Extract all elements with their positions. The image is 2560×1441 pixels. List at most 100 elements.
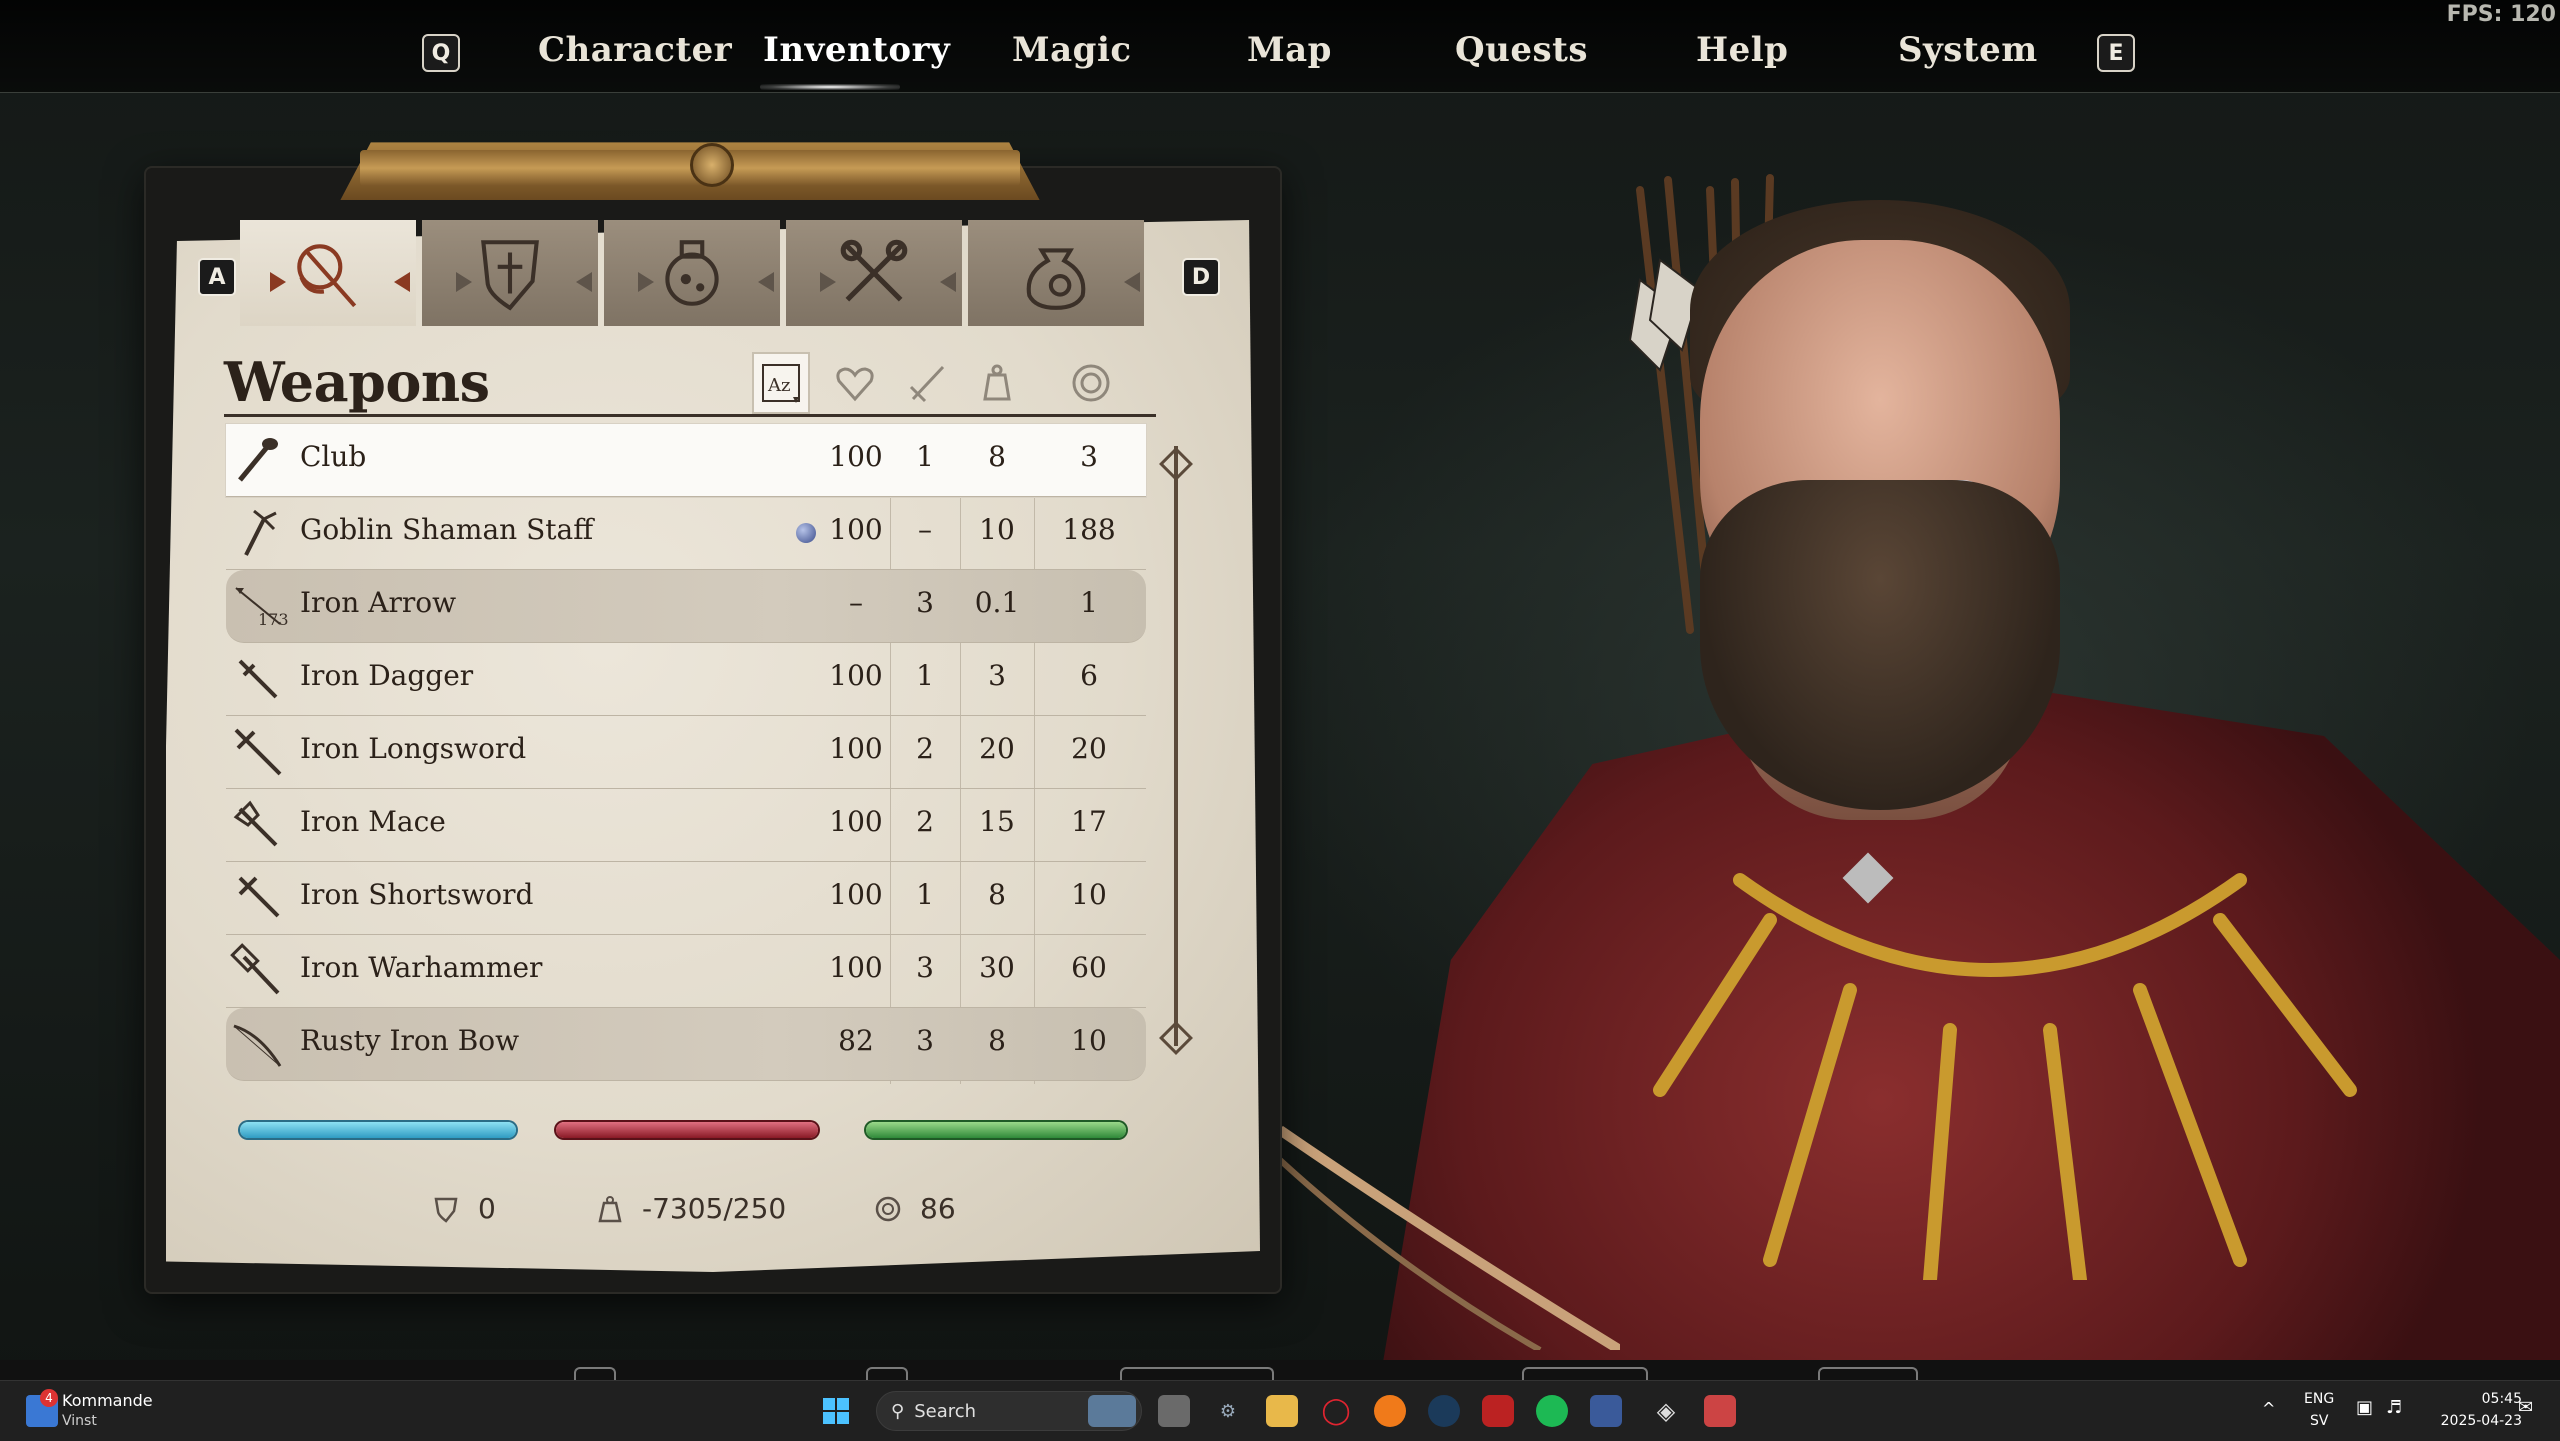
- item-condition: 100: [829, 951, 883, 984]
- potion-icon: [665, 240, 719, 306]
- prev-category-key[interactable]: A: [198, 258, 236, 296]
- language-bottom[interactable]: SV: [2310, 1413, 2328, 1429]
- item-condition: –: [849, 586, 863, 619]
- oblivion-icon[interactable]: ◈: [1650, 1395, 1682, 1427]
- search-label: Search: [914, 1400, 977, 1422]
- ingredients-tab[interactable]: [968, 220, 1144, 326]
- tab-divider: [940, 272, 956, 292]
- settings-icon[interactable]: ⚙: [1212, 1395, 1244, 1427]
- item-row[interactable]: Iron Warhammer 100 3 30 60: [226, 935, 1146, 1008]
- steam-icon[interactable]: [1428, 1395, 1460, 1427]
- nav-prev-key[interactable]: Q: [422, 34, 460, 72]
- item-damage: 3: [916, 1024, 934, 1057]
- tab-marker-right: [394, 272, 410, 292]
- spotify-icon[interactable]: [1536, 1395, 1568, 1427]
- language-top[interactable]: ENG: [2304, 1391, 2334, 1407]
- item-list: Club 100 1 8 3 Goblin Shaman Staff 100 –…: [226, 424, 1146, 1081]
- item-condition: 100: [829, 513, 883, 546]
- item-value: 188: [1062, 513, 1116, 546]
- item-weight: 8: [988, 1024, 1006, 1057]
- next-category-key[interactable]: D: [1182, 258, 1220, 296]
- encumbrance: -7305/250: [596, 1192, 786, 1225]
- tab-character[interactable]: Character: [538, 30, 732, 70]
- club-icon: [238, 438, 278, 482]
- start-button-icon[interactable]: [820, 1395, 852, 1427]
- scrollbar-track[interactable]: [1174, 446, 1178, 1046]
- clock-date[interactable]: 2025-04-23: [2420, 1413, 2522, 1429]
- tab-divider: [638, 272, 654, 292]
- shield-icon: [481, 240, 539, 311]
- item-condition: 100: [829, 659, 883, 692]
- task-view-icon[interactable]: [1158, 1395, 1190, 1427]
- app-icon[interactable]: [1590, 1395, 1622, 1427]
- file-explorer-icon[interactable]: [1266, 1395, 1298, 1427]
- sun-embroidery: [1653, 873, 2357, 1280]
- top-navigation-bar: Q Character Inventory Magic Map Quests H…: [0, 0, 2560, 93]
- item-weight: 20: [979, 732, 1015, 765]
- misc-tab[interactable]: [786, 220, 962, 326]
- tab-magic[interactable]: Magic: [1012, 30, 1132, 70]
- item-damage: 2: [916, 732, 934, 765]
- mace-icon: [233, 800, 278, 847]
- item-row[interactable]: Iron Mace 100 2 15 17: [226, 789, 1146, 862]
- health-bar: [556, 1122, 818, 1138]
- item-value: 1: [1080, 586, 1098, 619]
- weapons-tab[interactable]: [240, 220, 416, 326]
- volume-icon[interactable]: ♬: [2386, 1397, 2402, 1418]
- sack-icon: [1026, 248, 1086, 310]
- item-name: Iron Mace: [300, 805, 446, 838]
- item-row[interactable]: Iron Shortsword 100 1 8 10: [226, 862, 1146, 935]
- chevron-up-icon[interactable]: ^: [2262, 1399, 2275, 1418]
- tab-system[interactable]: System: [1898, 30, 2038, 70]
- item-row[interactable]: Goblin Shaman Staff 100 – 10 188: [226, 497, 1146, 570]
- crest-gem-icon: [690, 143, 734, 187]
- notification-icon[interactable]: ✉: [2518, 1397, 2533, 1418]
- sort-health-button[interactable]: [826, 352, 884, 414]
- tab-map[interactable]: Map: [1247, 30, 1332, 70]
- alchemy-tab[interactable]: [604, 220, 780, 326]
- item-damage: 1: [916, 878, 934, 911]
- longsword-icon: [234, 728, 282, 776]
- item-value: 60: [1071, 951, 1107, 984]
- item-weight: 30: [979, 951, 1015, 984]
- item-row[interactable]: Iron Longsword 100 2 20 20: [226, 716, 1146, 789]
- item-name: Iron Shortsword: [300, 878, 534, 911]
- item-condition: 100: [829, 732, 883, 765]
- item-row[interactable]: Iron Dagger 100 1 3 6: [226, 643, 1146, 716]
- nav-next-key[interactable]: E: [2097, 34, 2135, 72]
- game-icon[interactable]: [1704, 1395, 1736, 1427]
- tab-divider: [456, 272, 472, 292]
- button-prompt-strip: [0, 1360, 2560, 1380]
- armor-tab[interactable]: [422, 220, 598, 326]
- item-row[interactable]: Club 100 1 8 3: [226, 424, 1146, 497]
- widget-title[interactable]: Kommande: [62, 1391, 153, 1410]
- fps-counter: FPS: 120: [2446, 2, 2556, 27]
- item-name: Iron Dagger: [300, 659, 474, 692]
- tab-quests[interactable]: Quests: [1455, 30, 1588, 70]
- magicka-bar: [240, 1122, 516, 1138]
- firefox-icon[interactable]: [1374, 1395, 1406, 1427]
- gog-icon[interactable]: [1482, 1395, 1514, 1427]
- tab-help[interactable]: Help: [1696, 30, 1788, 70]
- tab-divider: [820, 272, 836, 292]
- item-name: Club: [300, 440, 367, 473]
- tab-inventory[interactable]: Inventory: [763, 30, 950, 70]
- item-name: Iron Longsword: [300, 732, 527, 765]
- item-condition: 100: [829, 878, 883, 911]
- network-icon[interactable]: ▣: [2356, 1397, 2373, 1418]
- item-row[interactable]: 173 Iron Arrow – 3 0.1 1: [226, 570, 1146, 643]
- svg-text:Az: Az: [767, 375, 790, 396]
- opera-icon[interactable]: ◯: [1320, 1395, 1352, 1427]
- sort-damage-button[interactable]: [898, 352, 956, 414]
- sort-weight-button[interactable]: [968, 352, 1026, 414]
- character-beard: [1700, 480, 2060, 810]
- search-highlight-icon[interactable]: [1088, 1395, 1136, 1427]
- item-weight: 8: [988, 878, 1006, 911]
- bow-icon: [1280, 1125, 1620, 1350]
- item-name: Iron Warhammer: [300, 951, 543, 984]
- fatigue-bar: [866, 1122, 1126, 1138]
- item-row[interactable]: Rusty Iron Bow 82 3 8 10: [226, 1008, 1146, 1081]
- sort-name-button[interactable]: Az: [752, 352, 810, 414]
- sort-value-button[interactable]: [1062, 352, 1120, 414]
- clock-time[interactable]: 05:45: [2470, 1391, 2522, 1407]
